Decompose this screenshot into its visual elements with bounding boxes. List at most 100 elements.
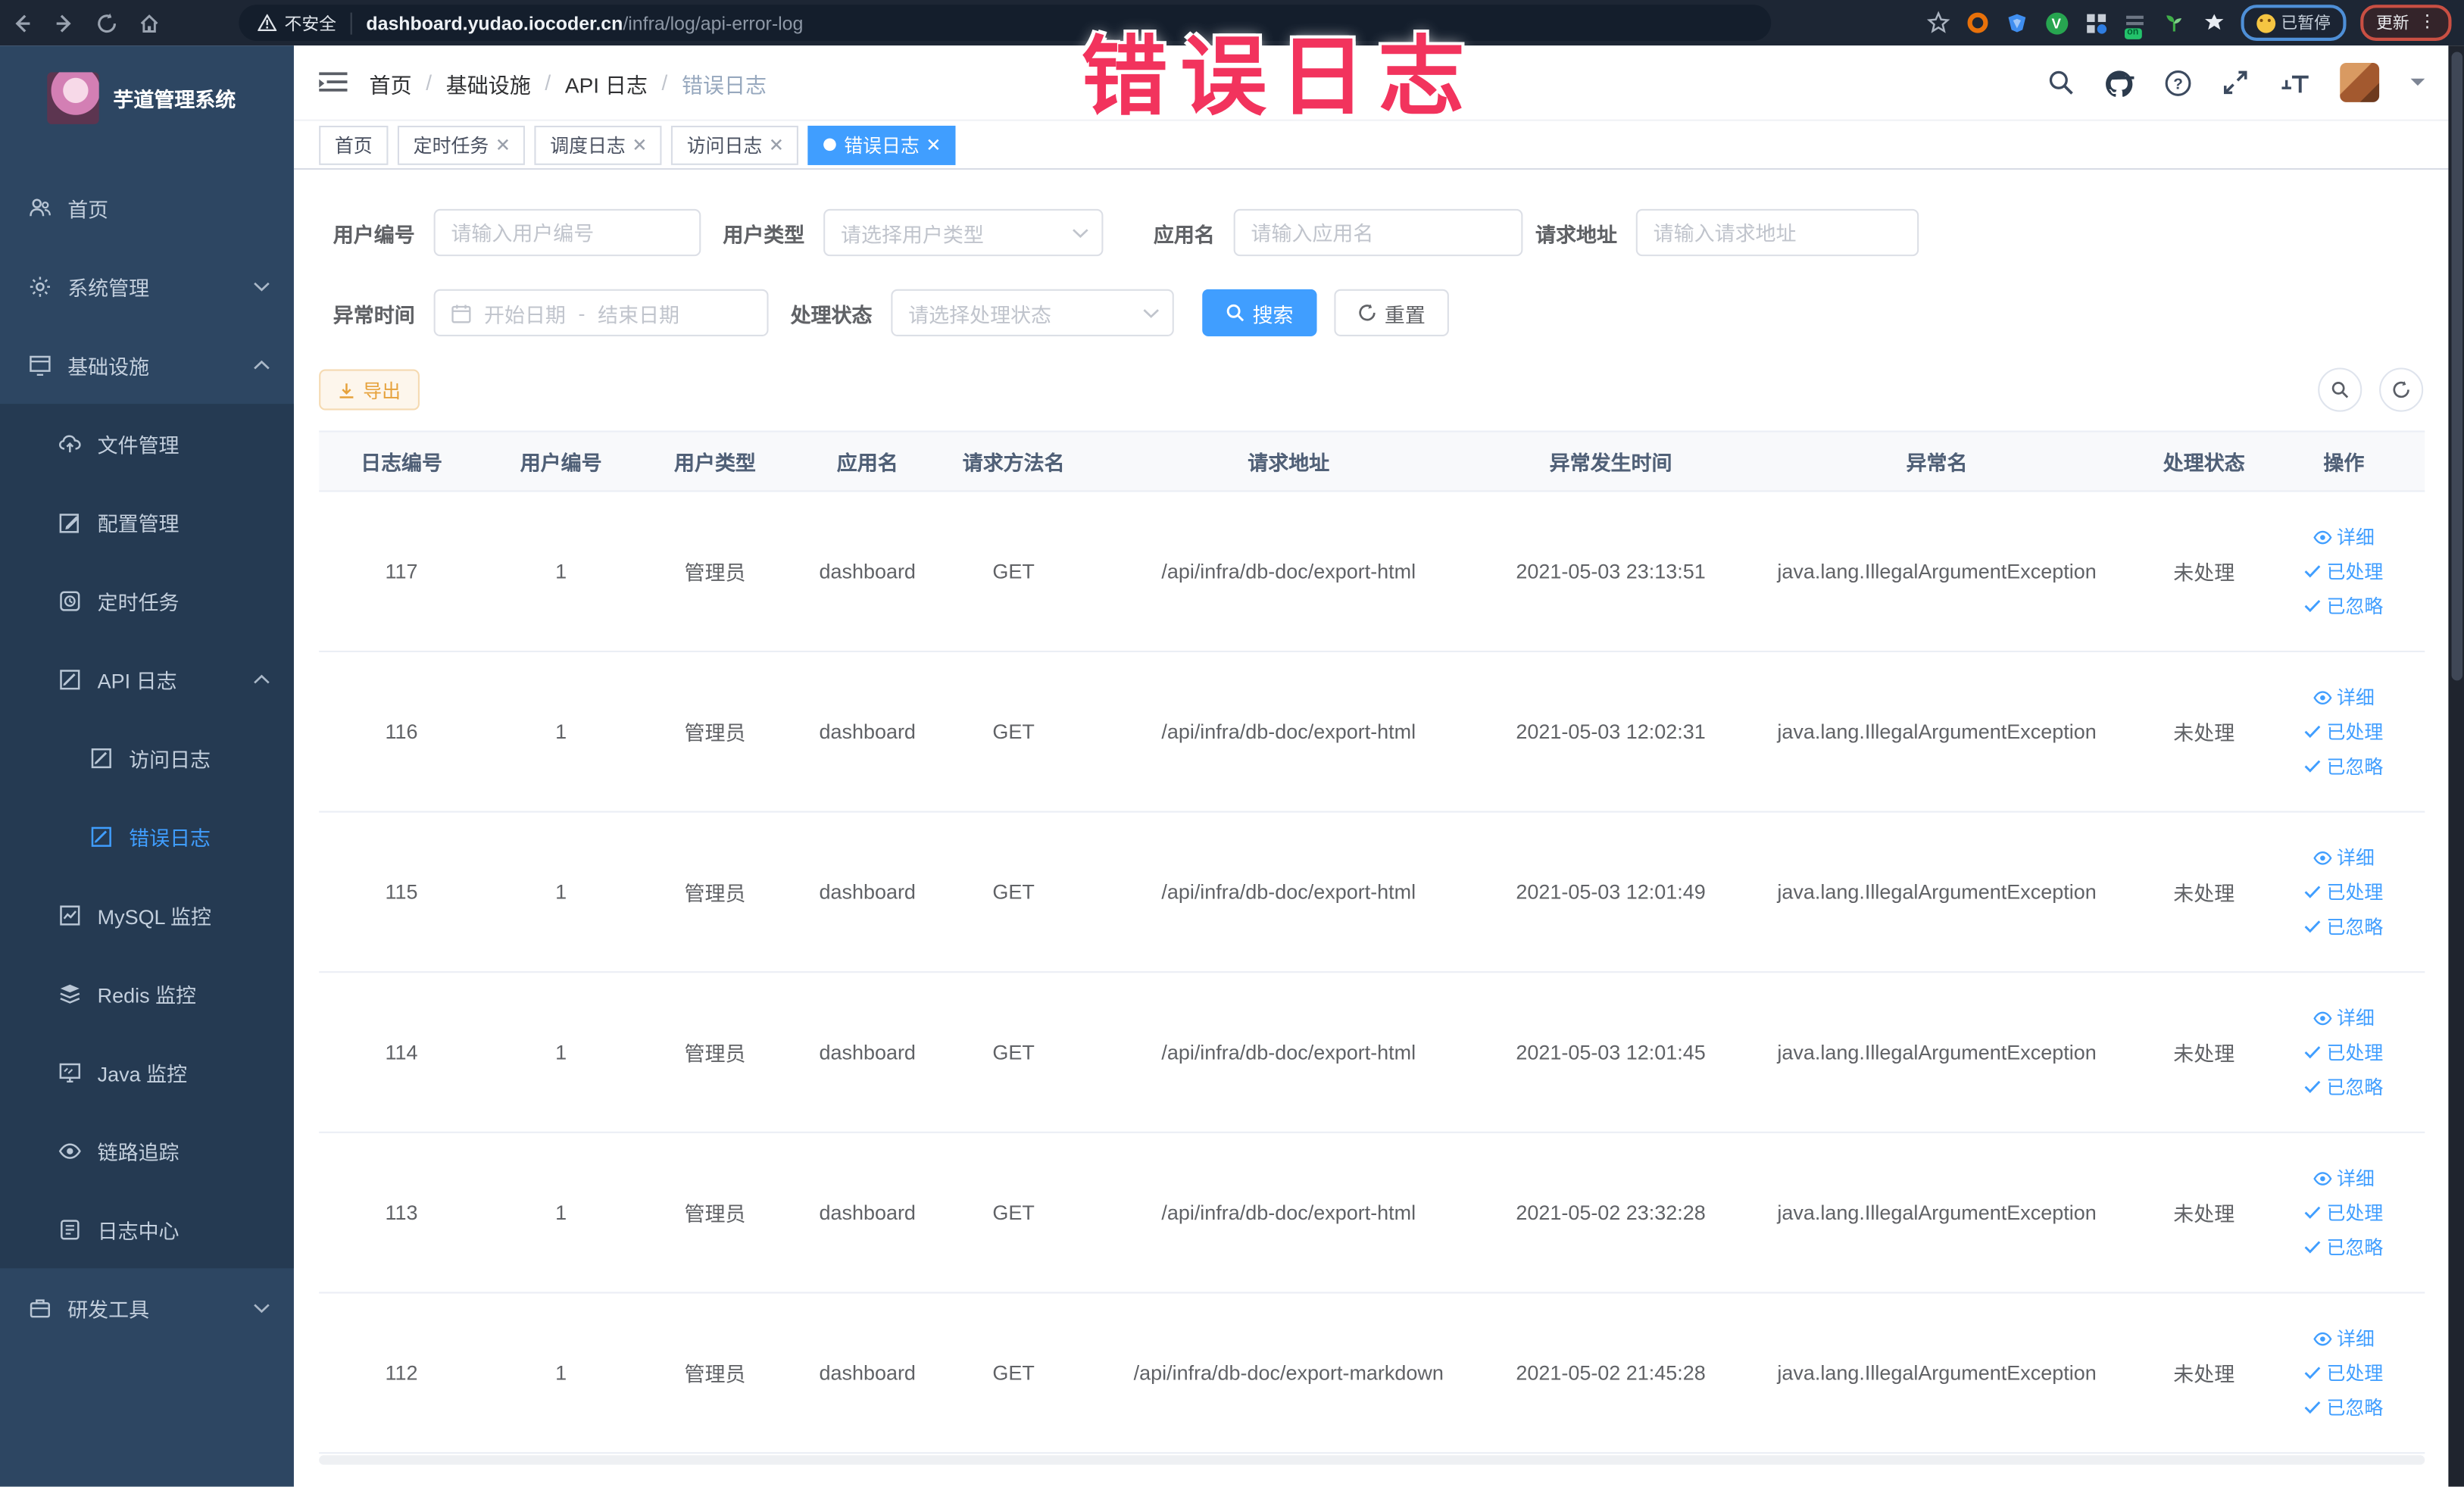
sidebar-item-infrastructure[interactable]: 基础设施 [0, 325, 294, 404]
home-icon[interactable] [127, 0, 170, 45]
user-id-input[interactable] [433, 208, 701, 257]
user-id-label: 用户编号 [333, 222, 415, 246]
sidebar-item-home[interactable]: 首页 [0, 168, 294, 247]
mark-processed-link[interactable]: 已处理 [2305, 879, 2383, 905]
sidebar-item-log-center[interactable]: 日志中心 [0, 1190, 294, 1269]
scrollbar-thumb[interactable] [2450, 52, 2462, 681]
check-icon [2305, 1205, 2322, 1220]
app-logo-row[interactable]: 芋道管理系统 [0, 45, 294, 146]
refresh-table-button[interactable] [2379, 367, 2424, 412]
sidebar-item-mysql-monitor[interactable]: MySQL 监控 [0, 876, 294, 954]
cell-log-id: 113 [385, 1201, 418, 1225]
tab-scheduled-jobs[interactable]: 定时任务 [397, 124, 526, 164]
github-icon[interactable] [2104, 68, 2135, 96]
mark-processed-link[interactable]: 已处理 [2305, 1199, 2383, 1226]
refresh-icon [1359, 304, 1376, 321]
close-tab-icon[interactable] [633, 139, 646, 152]
tab-access-log[interactable]: 访问日志 [670, 124, 799, 164]
detail-link[interactable]: 详细 [2313, 844, 2375, 870]
reset-button[interactable]: 重置 [1334, 289, 1449, 336]
sidebar-item-redis-monitor[interactable]: Redis 监控 [0, 954, 294, 1032]
process-status-select[interactable]: 请选择处理状态 [891, 289, 1174, 336]
sidebar-item-api-log[interactable]: API 日志 [0, 639, 294, 718]
forward-icon[interactable] [42, 0, 85, 45]
search-icon[interactable] [2047, 69, 2074, 95]
mark-ignored-link[interactable]: 已忽略 [2305, 1394, 2383, 1420]
extension-sprout-icon[interactable] [2162, 10, 2187, 35]
extension-green-v-icon[interactable]: V [2044, 10, 2069, 35]
breadcrumb-api-log[interactable]: API 日志 [565, 67, 648, 98]
mark-processed-link[interactable]: 已处理 [2305, 1039, 2383, 1065]
mark-ignored-link[interactable]: 已忽略 [2305, 913, 2383, 939]
user-avatar[interactable] [2340, 62, 2380, 102]
sidebar-item-system-mgmt[interactable]: 系统管理 [0, 247, 294, 326]
export-button[interactable]: 导出 [319, 369, 420, 411]
mark-processed-link[interactable]: 已处理 [2305, 718, 2383, 745]
back-icon[interactable] [0, 0, 42, 45]
tab-error-log[interactable]: 错误日志 [807, 124, 956, 164]
app-name-input[interactable] [1233, 208, 1523, 257]
breadcrumb-separator: / [545, 70, 551, 95]
page-scrollbar[interactable] [2448, 45, 2464, 1487]
close-tab-icon[interactable] [770, 139, 783, 152]
page-url[interactable]: dashboard.yudao.iocoder.cn/infra/log/api… [366, 12, 803, 34]
mark-ignored-link[interactable]: 已忽略 [2305, 1234, 2383, 1261]
horizontal-scrollbar[interactable] [319, 1455, 2425, 1465]
extension-shield-icon[interactable] [2004, 10, 2029, 35]
detail-link[interactable]: 详细 [2313, 1325, 2375, 1351]
request-url-input[interactable] [1635, 208, 1919, 257]
sidebar-item-trace[interactable]: 链路追踪 [0, 1111, 294, 1190]
bookmark-star-icon[interactable] [1926, 10, 1951, 35]
detail-link[interactable]: 详细 [2313, 1164, 2375, 1191]
sidebar-item-dev-tools[interactable]: 研发工具 [0, 1268, 294, 1347]
security-indicator[interactable]: 不安全 [258, 10, 336, 35]
mark-processed-link[interactable]: 已处理 [2305, 1360, 2383, 1386]
reload-icon[interactable] [85, 0, 127, 45]
reset-button-label: 重置 [1384, 302, 1426, 326]
extension-on-badge-icon[interactable]: on [2122, 10, 2147, 39]
toggle-search-button[interactable] [2318, 367, 2363, 412]
profile-paused-badge[interactable]: 已暂停 [2240, 5, 2347, 41]
sidebar-item-label: 错误日志 [129, 826, 211, 850]
address-bar[interactable]: 不安全 dashboard.yudao.iocoder.cn/infra/log… [239, 5, 1772, 41]
breadcrumb-home[interactable]: 首页 [370, 67, 412, 98]
mark-processed-link[interactable]: 已处理 [2305, 558, 2383, 585]
user-menu-caret-icon[interactable] [2409, 77, 2427, 89]
sidebar-item-file-mgmt[interactable]: 文件管理 [0, 404, 294, 483]
sidebar-item-config-mgmt[interactable]: 配置管理 [0, 483, 294, 561]
extension-puzzle-icon[interactable] [2201, 10, 2226, 35]
browser-menu-icon[interactable]: ⋮ [2419, 14, 2436, 32]
extension-orange-icon[interactable] [1965, 10, 1990, 35]
help-icon[interactable]: ? [2164, 68, 2192, 96]
search-button[interactable]: 搜索 [1202, 289, 1317, 336]
detail-link[interactable]: 详细 [2313, 1004, 2375, 1031]
sidebar-item-error-log[interactable]: 错误日志 [0, 797, 294, 876]
cell-method: GET [992, 1201, 1035, 1225]
breadcrumb-infrastructure[interactable]: 基础设施 [446, 67, 531, 98]
sidebar-item-scheduled-jobs[interactable]: 定时任务 [0, 561, 294, 640]
exception-time-range-picker[interactable]: 开始日期 - 结束日期 [433, 289, 769, 336]
close-tab-icon[interactable] [927, 139, 940, 152]
browser-update-button[interactable]: 更新 ⋮ [2360, 5, 2452, 41]
fullscreen-icon[interactable] [2222, 69, 2249, 95]
mark-ignored-link[interactable]: 已忽略 [2305, 1073, 2383, 1100]
cell-actions: 详细 已处理 已忽略 [2263, 844, 2425, 940]
infrastructure-submenu: 文件管理 配置管理 定时任务 API 日志 访问日志 错误日志 MySQL 监控… [0, 404, 294, 1269]
mark-ignored-link[interactable]: 已忽略 [2305, 753, 2383, 779]
tab-home[interactable]: 首页 [319, 124, 389, 164]
close-tab-icon[interactable] [497, 139, 510, 152]
detail-link[interactable]: 详细 [2313, 523, 2375, 550]
detail-link[interactable]: 详细 [2313, 683, 2375, 710]
sidebar-item-label: Redis 监控 [97, 982, 197, 1007]
sidebar-item-access-log[interactable]: 访问日志 [0, 718, 294, 797]
font-size-icon[interactable] [2278, 70, 2309, 95]
request-url-label: 请求地址 [1535, 222, 1617, 246]
cloud-upload-icon [57, 430, 82, 455]
hamburger-icon[interactable] [319, 70, 348, 94]
extension-grid-icon[interactable] [2083, 10, 2108, 35]
tab-schedule-log[interactable]: 调度日志 [534, 124, 662, 164]
sidebar-item-java-monitor[interactable]: Java 监控 [0, 1032, 294, 1111]
breadcrumb-separator: / [426, 70, 433, 95]
mark-ignored-link[interactable]: 已忽略 [2305, 592, 2383, 619]
user-type-select[interactable]: 请选择用户类型 [823, 208, 1104, 257]
